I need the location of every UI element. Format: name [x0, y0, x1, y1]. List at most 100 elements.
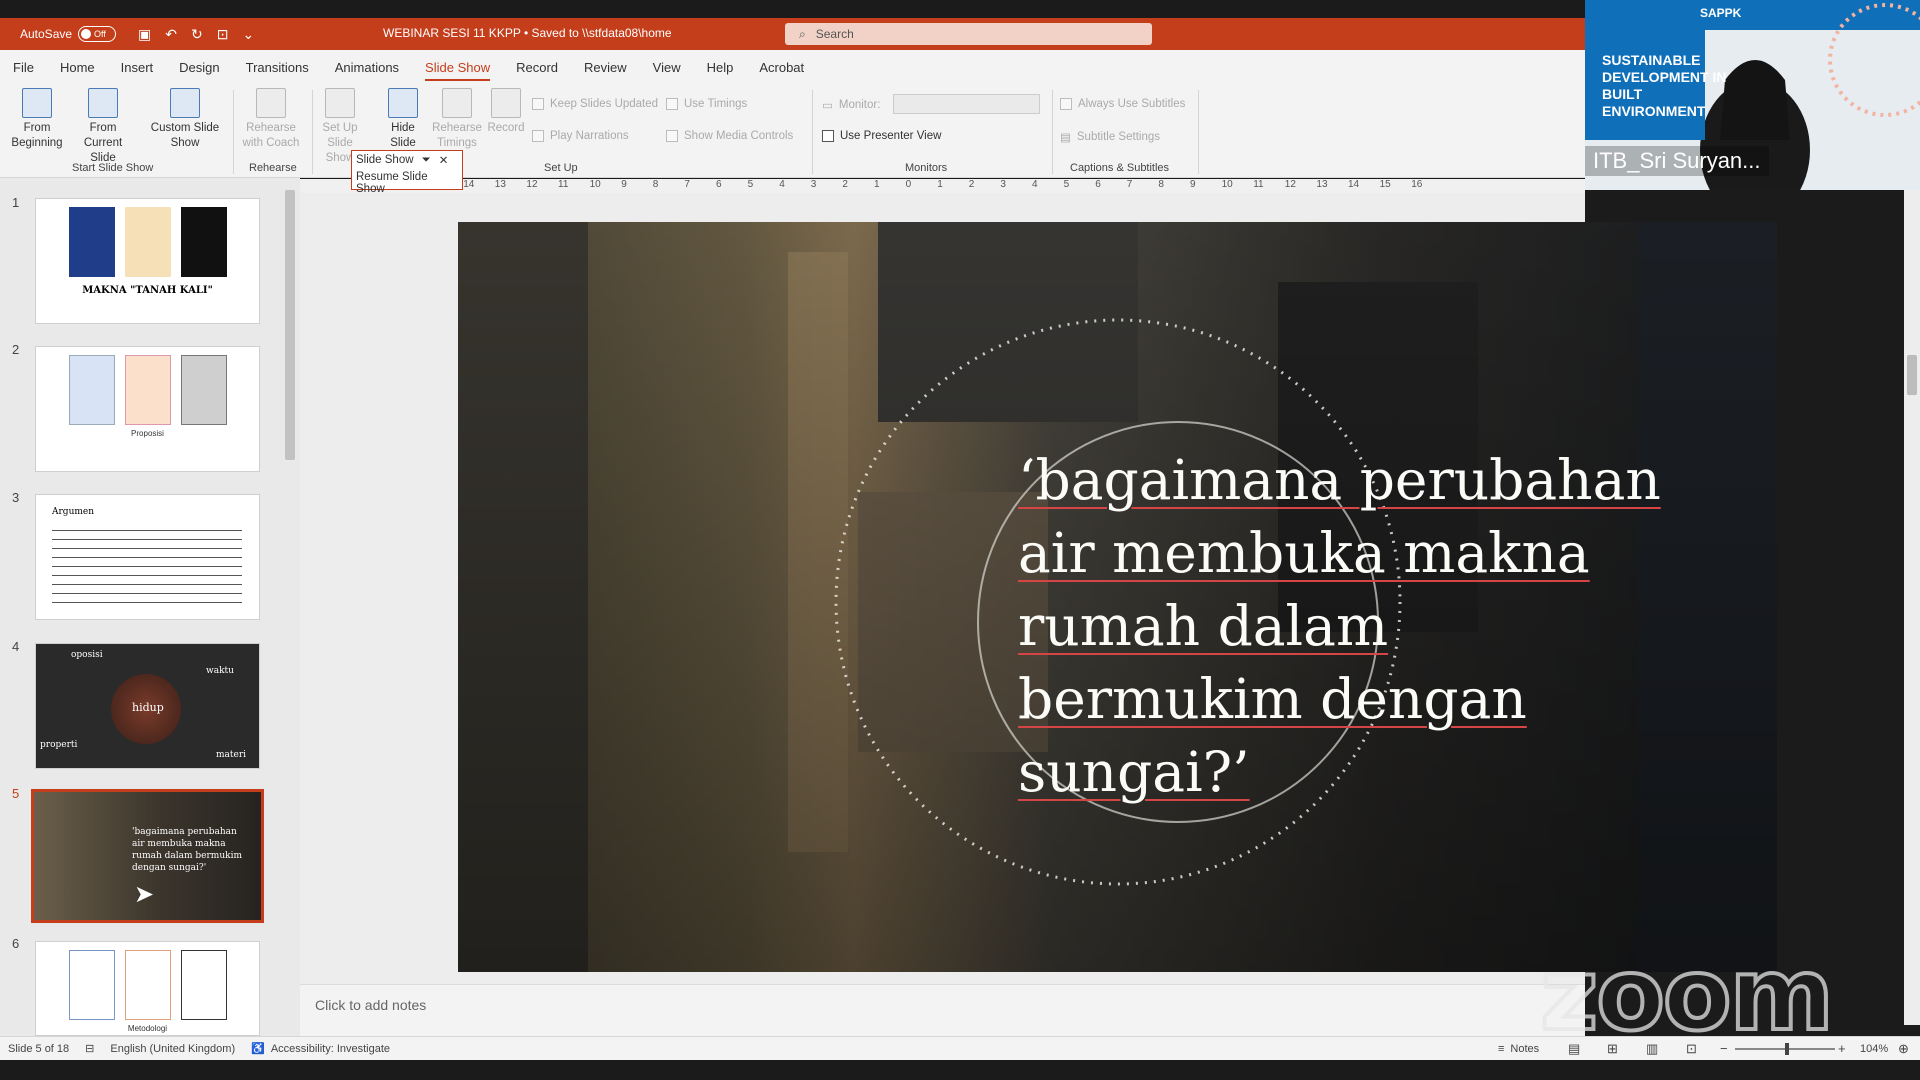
tab-design[interactable]: Design: [166, 50, 232, 84]
ruler-tick-label: 10: [589, 179, 601, 190]
tab-help[interactable]: Help: [694, 50, 747, 84]
present-icon[interactable]: ⊡: [217, 26, 229, 43]
tab-record[interactable]: Record: [503, 50, 571, 84]
save-icon[interactable]: ▣: [138, 26, 151, 43]
from-current-slide-button[interactable]: From Current Slide: [72, 88, 134, 166]
search-icon: ⌕: [799, 26, 806, 41]
ruler-tick-label: 10: [1221, 179, 1233, 190]
ruler-tick-label: 6: [716, 179, 722, 190]
timings-icon: [442, 88, 472, 118]
thumb-box: [181, 355, 227, 425]
group-monitors: Monitors: [905, 162, 948, 174]
notes-button[interactable]: ≡ Notes: [1498, 1043, 1539, 1055]
horizontal-ruler: 1615141312111098765432101234567891011121…: [300, 179, 1585, 193]
monitor-select[interactable]: [893, 94, 1040, 114]
accessibility-status[interactable]: ♿ Accessibility: Investigate: [251, 1042, 390, 1056]
scroll-thumb[interactable]: [1907, 355, 1917, 395]
notes-pane[interactable]: Click to add notes: [300, 984, 1585, 1036]
thumb-text-lines: [52, 525, 242, 605]
use-presenter-view-checkbox[interactable]: Use Presenter View: [822, 130, 941, 142]
current-slide[interactable]: ‘bagaimana perubahan air membuka makna r…: [458, 222, 1777, 972]
thumb-image: [69, 207, 115, 277]
monitor-icon: ▭: [822, 100, 833, 112]
ruler-tick-label: 15: [1379, 179, 1391, 190]
ruler-tick-label: 2: [968, 179, 975, 190]
participant-name: ITB_Sri Suryan...: [1585, 146, 1769, 176]
show-media-controls-checkbox[interactable]: Show Media Controls: [666, 130, 793, 142]
slide-scrollbar[interactable]: [1904, 185, 1920, 1025]
play-narrations-checkbox[interactable]: Play Narrations: [532, 130, 629, 142]
thumb-title: MAKNA "TANAH KALI": [82, 285, 213, 296]
slide-editor-canvas: ‘bagaimana perubahan air membuka makna r…: [300, 193, 1777, 984]
dropdown-slide-show-item[interactable]: Slide Show ⏷ ✕: [352, 151, 462, 169]
slide-thumbnail-1[interactable]: MAKNA "TANAH KALI": [35, 198, 260, 324]
slide-thumbnail-4[interactable]: hidup oposisi waktu properti materi: [35, 643, 260, 769]
ribbon-separator: [312, 90, 313, 174]
slide-thumbnail-3[interactable]: Argumen: [35, 494, 260, 620]
tab-animations[interactable]: Animations: [322, 50, 412, 84]
spelling-icon[interactable]: ⊟: [85, 1042, 94, 1055]
participant-video[interactable]: SAPPK SUSTAINABLE DEVELOPMENT IN BUILT E…: [1585, 0, 1920, 190]
thumb-caption: Metodologi: [127, 1024, 168, 1033]
tab-view[interactable]: View: [640, 50, 694, 84]
slide-counter: Slide 5 of 18: [8, 1042, 70, 1055]
keep-updated-label: Keep Slides Updated: [550, 98, 659, 110]
rehearse-timings-button[interactable]: Rehearse Timings: [432, 88, 482, 151]
use-timings-label: Use Timings: [684, 98, 748, 110]
thumb-text: 'bagaimana perubahan air membuka makna r…: [132, 827, 243, 873]
tab-file[interactable]: File: [0, 50, 47, 84]
use-timings-checkbox[interactable]: Use Timings: [666, 98, 747, 110]
play-from-start-icon: [22, 88, 52, 118]
keep-slides-updated-checkbox[interactable]: Keep Slides Updated: [532, 98, 658, 110]
tab-acrobat[interactable]: Acrobat: [746, 50, 817, 84]
ruler-tick-label: 7: [1126, 179, 1133, 190]
dropdown-resume-item[interactable]: Resume Slide Show: [352, 169, 462, 197]
tab-transitions[interactable]: Transitions: [233, 50, 322, 84]
slide-thumbnail-6[interactable]: Metodologi: [35, 941, 260, 1036]
slide-thumbnail-5[interactable]: 'bagaimana perubahan air membuka makna r…: [31, 789, 264, 923]
document-title[interactable]: WEBINAR SESI 11 KKPP • Saved to \\stfdat…: [383, 26, 672, 40]
fit-slide-icon[interactable]: ⊕: [1898, 1041, 1909, 1057]
autosave-toggle[interactable]: Off: [78, 26, 117, 42]
tab-home[interactable]: Home: [47, 50, 108, 84]
thumbnail-scrollbar[interactable]: [284, 182, 296, 1032]
custom-slide-show-button[interactable]: Custom Slide Show: [146, 88, 224, 151]
thumb-number: 3: [12, 490, 20, 505]
undo-icon[interactable]: ↶: [165, 26, 177, 43]
rehearse-with-coach-button[interactable]: Rehearse with Coach: [240, 88, 302, 151]
autosave-state: Off: [94, 29, 106, 39]
custom-show-label: Custom Slide Show: [150, 122, 220, 149]
zoom-in-icon[interactable]: +: [1838, 1041, 1846, 1056]
slide-thumbnail-2[interactable]: Proposisi: [35, 346, 260, 472]
always-use-subtitles-checkbox[interactable]: Always Use Subtitles: [1060, 98, 1185, 110]
zoom-level[interactable]: 104%: [1860, 1043, 1888, 1055]
ruler-tick-label: 11: [1253, 179, 1264, 190]
tab-review[interactable]: Review: [571, 50, 640, 84]
ruler-tick-label: 8: [652, 179, 659, 190]
title-bar: AutoSave Off ▣ ↶ ↻ ⊡ ⌄ WEBINAR SESI 11 K…: [0, 18, 1585, 50]
slide-show-dropdown: Slide Show ⏷ ✕ Resume Slide Show: [351, 150, 463, 195]
ruler-tick-label: 16: [1411, 179, 1423, 190]
thumb-word: hidup: [132, 701, 164, 714]
tab-slide-show[interactable]: Slide Show: [412, 50, 503, 84]
autosave-control[interactable]: AutoSave Off: [20, 26, 117, 42]
scroll-thumb[interactable]: [285, 190, 295, 460]
group-set-up: Set Up: [544, 162, 578, 174]
subtitle-settings-button[interactable]: ▤ Subtitle Settings: [1060, 130, 1160, 144]
customize-qat-icon[interactable]: ⌄: [242, 26, 254, 43]
search-box[interactable]: ⌕ Search: [785, 23, 1152, 45]
language-indicator[interactable]: English (United Kingdom): [110, 1043, 235, 1055]
ruler-tick-label: 7: [684, 179, 690, 190]
hide-slide-button[interactable]: Hide Slide: [383, 88, 423, 151]
search-placeholder: Search: [815, 27, 854, 41]
slide-question-text[interactable]: ‘bagaimana perubahan air membuka makna r…: [1018, 444, 1661, 809]
group-start-slide-show: Start Slide Show: [72, 162, 154, 174]
record-button[interactable]: Record: [486, 88, 526, 136]
close-icon[interactable]: ✕: [439, 153, 449, 167]
tab-insert[interactable]: Insert: [108, 50, 167, 84]
notes-icon: ≡: [1498, 1042, 1505, 1055]
from-beginning-button[interactable]: From Beginning: [8, 88, 66, 151]
thumb-number: 1: [12, 195, 20, 210]
checkbox-box: [532, 130, 544, 142]
redo-icon[interactable]: ↻: [191, 26, 203, 43]
